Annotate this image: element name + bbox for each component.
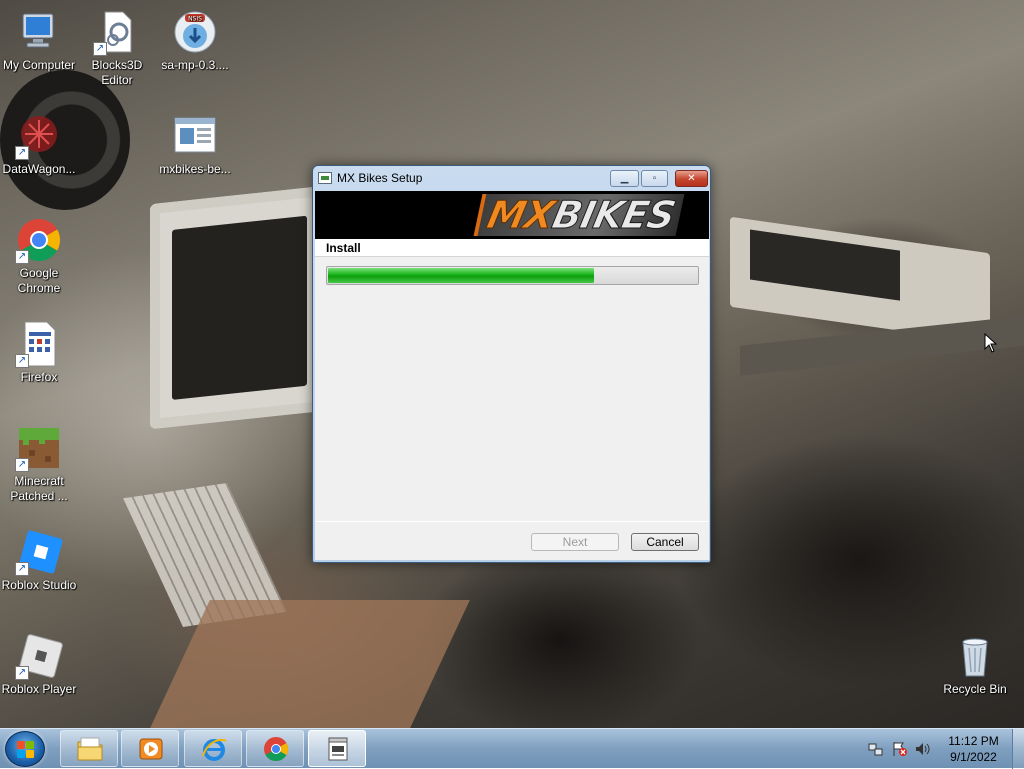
taskbar-media-player[interactable]: [121, 730, 179, 767]
shortcut-arrow-icon: ↗: [15, 562, 29, 576]
recycle-bin-icon: [951, 632, 999, 680]
setup-client-area: MXBIKES Install Next Cancel: [315, 191, 709, 560]
taskbar: 11:12 PM 9/1/2022: [0, 728, 1024, 769]
wallpaper-monitor: [150, 185, 325, 430]
desktop-icon-minecraft[interactable]: ↗ Minecraft Patched ...: [0, 424, 78, 504]
media-player-icon: [137, 736, 165, 762]
nsis-badge: NSIS: [188, 16, 202, 23]
shortcut-arrow-icon: ↗: [93, 42, 107, 56]
roblox-player-icon: ↗: [15, 632, 63, 680]
network-icon[interactable]: [868, 741, 884, 757]
close-icon: ✕: [687, 173, 696, 184]
window-title: MX Bikes Setup: [337, 171, 423, 185]
desktop-icon-roblox-player[interactable]: ↗ Roblox Player: [0, 632, 78, 697]
computer-icon: [15, 8, 63, 56]
folder-icon: [76, 736, 104, 762]
close-button[interactable]: ✕: [675, 170, 708, 187]
desktop-icon-label: Recycle Bin: [943, 682, 1007, 696]
minecraft-grass-block-icon: ↗: [15, 424, 63, 472]
document-app-icon: ↗: [15, 320, 63, 368]
logo-bikes-text: BIKES: [548, 193, 679, 238]
cancel-button[interactable]: Cancel: [631, 533, 699, 551]
window-file-icon: [171, 112, 219, 160]
nsis-installer-icon: NSIS: [171, 8, 219, 56]
desktop-icon-label: Blocks3D Editor: [91, 58, 143, 87]
window-titlebar[interactable]: MX Bikes Setup ▁ ▫ ✕: [313, 166, 710, 191]
progress-fill: [328, 268, 594, 283]
logo-mx-text: MX: [483, 193, 558, 238]
desktop-icon-mxbikes[interactable]: mxbikes-be...: [156, 112, 234, 177]
flag-warning-icon[interactable]: [892, 741, 908, 757]
desktop-icon-label: Minecraft Patched ...: [10, 474, 68, 503]
button-separator: [315, 521, 709, 522]
datawagon-icon: ↗: [15, 112, 63, 160]
setup-window[interactable]: MX Bikes Setup ▁ ▫ ✕ MXBIKES Install Nex: [312, 165, 711, 563]
roblox-studio-icon: ↗: [15, 528, 63, 576]
shortcut-arrow-icon: ↗: [15, 666, 29, 680]
desktop-icon-firefox[interactable]: ↗ Firefox: [0, 320, 78, 385]
installer-window-icon: [324, 736, 352, 762]
taskbar-google-chrome[interactable]: [246, 730, 304, 767]
installer-window-icon: [318, 172, 332, 184]
desktop-icon-google-chrome[interactable]: ↗ Google Chrome: [0, 216, 78, 296]
install-progress-bar: [326, 266, 699, 285]
desktop-icon-label: Firefox: [20, 370, 58, 384]
desktop-icon-datawagon[interactable]: ↗ DataWagon...: [0, 112, 78, 177]
clock-date: 9/1/2022: [950, 750, 997, 764]
shortcut-arrow-icon: ↗: [15, 458, 29, 472]
system-clock[interactable]: 11:12 PM 9/1/2022: [936, 733, 1011, 765]
desktop-icon-label: Google Chrome: [17, 266, 61, 295]
shortcut-arrow-icon: ↗: [15, 250, 29, 264]
desktop-icon-label: mxbikes-be...: [159, 162, 231, 176]
minimize-button[interactable]: ▁: [610, 170, 639, 187]
internet-explorer-icon: [200, 736, 228, 762]
blocks3d-editor-icon: ↗: [93, 8, 141, 56]
minimize-icon: ▁: [620, 173, 629, 184]
desktop-icon-blocks3d-editor[interactable]: ↗ Blocks3D Editor: [78, 8, 156, 88]
section-title: Install: [315, 239, 709, 257]
windows-logo-icon: [17, 741, 35, 759]
mx-bikes-logo: MXBIKES: [473, 193, 685, 238]
chrome-icon: [262, 736, 290, 762]
desktop-icon-recycle-bin[interactable]: Recycle Bin: [936, 632, 1014, 697]
shortcut-arrow-icon: ↗: [15, 354, 29, 368]
desktop-icon-label: Roblox Player: [1, 682, 77, 696]
desktop-icon-label: sa-mp-0.3....: [161, 58, 229, 72]
desktop-icon-label: Roblox Studio: [1, 578, 77, 592]
chrome-icon: ↗: [15, 216, 63, 264]
setup-banner: MXBIKES: [315, 191, 709, 239]
show-desktop-button[interactable]: [1012, 729, 1024, 769]
volume-icon[interactable]: [914, 741, 930, 757]
desktop-icon-label: My Computer: [2, 58, 76, 72]
taskbar-mx-bikes-setup[interactable]: [308, 730, 366, 767]
taskbar-windows-explorer[interactable]: [60, 730, 118, 767]
clock-time: 11:12 PM: [948, 734, 999, 748]
next-button[interactable]: Next: [531, 533, 619, 551]
shortcut-arrow-icon: ↗: [15, 146, 29, 160]
desktop-icon-my-computer[interactable]: My Computer: [0, 8, 78, 73]
desktop-wallpaper: My Computer ↗ Blocks3D Editor NSIS sa-mp…: [0, 0, 1024, 728]
desktop-icon-sa-mp[interactable]: NSIS sa-mp-0.3....: [156, 8, 234, 73]
maximize-icon: ▫: [652, 173, 657, 184]
start-button[interactable]: [5, 731, 45, 767]
maximize-button[interactable]: ▫: [641, 170, 668, 187]
taskbar-internet-explorer[interactable]: [184, 730, 242, 767]
desktop-icon-label: DataWagon...: [2, 162, 76, 176]
desktop-icon-roblox-studio[interactable]: ↗ Roblox Studio: [0, 528, 78, 593]
